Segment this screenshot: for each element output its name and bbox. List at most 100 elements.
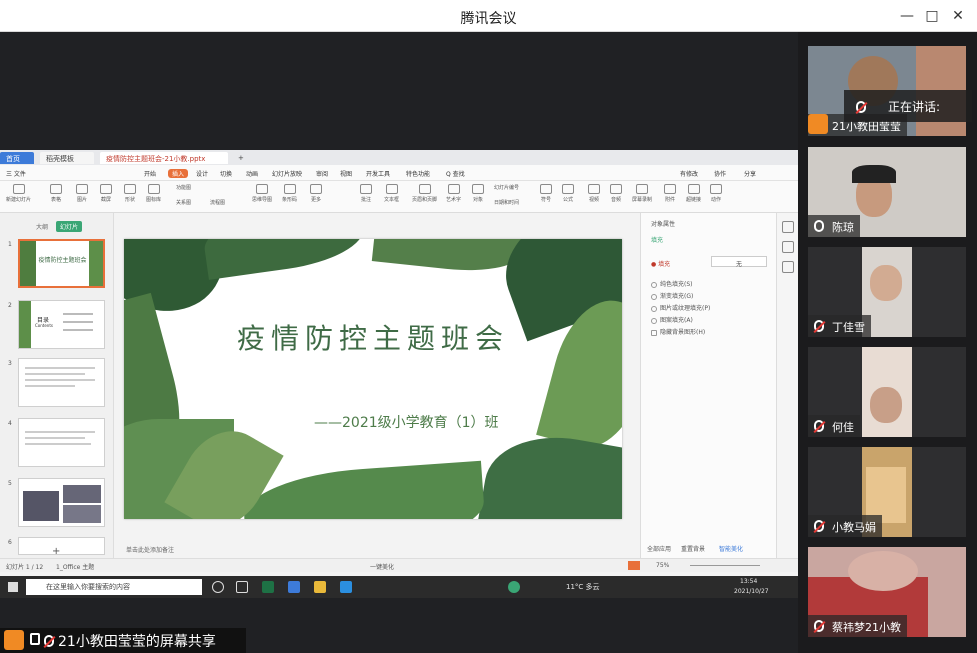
ribbon-video[interactable]: 视频 xyxy=(588,184,600,203)
one-click-beautify[interactable]: 一键美化 xyxy=(370,562,394,571)
hide-background-checkbox[interactable]: 隐藏背景图形(H) xyxy=(651,327,705,336)
reset-background-button[interactable]: 重置背景 xyxy=(681,544,705,553)
outline-tab[interactable]: 大纲 xyxy=(36,222,48,231)
ribbon-picture[interactable]: 图片 xyxy=(76,184,88,203)
ribbon-screenshot[interactable]: 截屏 xyxy=(100,184,112,203)
app-icon[interactable] xyxy=(288,581,300,593)
screen-share-label: 21小教田莹莹的屏幕共享 xyxy=(0,628,246,653)
cortana-icon[interactable] xyxy=(212,581,224,593)
file-explorer-icon[interactable] xyxy=(314,581,326,593)
participant-tile[interactable]: 丁佳雪 xyxy=(808,247,966,337)
participant-tile[interactable]: 小教马娟 xyxy=(808,447,966,537)
style-icon[interactable] xyxy=(781,241,794,253)
notes-placeholder[interactable]: 单击此处添加备注 xyxy=(114,545,634,557)
apply-all-button[interactable]: 全部应用 xyxy=(647,544,671,553)
mic-muted-icon xyxy=(814,420,824,432)
tab-home[interactable]: 首页 xyxy=(0,152,34,164)
ribbon-function-chart[interactable]: 功能图 xyxy=(176,184,191,191)
menu-animation[interactable]: 动画 xyxy=(246,169,258,178)
fill-option-gradient[interactable]: 渐变填充(G) xyxy=(651,291,693,300)
ribbon-wordart[interactable]: 艺术字 xyxy=(446,184,461,203)
slide-thumbnail-pane: 大纲 幻灯片 1 疫情防控主题班会 2 目录 Contents 3 4 5 6 xyxy=(0,213,114,558)
menu-share[interactable]: 分享 xyxy=(744,169,756,178)
menu-insert[interactable]: 插入 xyxy=(168,169,189,178)
slide-thumbnail-1[interactable]: 疫情防控主题班会 xyxy=(18,239,105,288)
ribbon-symbol[interactable]: 符号 xyxy=(540,184,552,203)
participant-tile[interactable]: 何佳 xyxy=(808,347,966,437)
fill-option-picture[interactable]: 图片或纹理填充(P) xyxy=(651,303,710,312)
minimize-icon[interactable]: — xyxy=(897,6,917,26)
ribbon-date-time[interactable]: 日期和时间 xyxy=(494,199,519,206)
ribbon-action[interactable]: 动作 xyxy=(710,184,722,203)
ribbon-icons[interactable]: 图标库 xyxy=(146,184,161,203)
menu-developer[interactable]: 开发工具 xyxy=(366,169,390,178)
zoom-slider[interactable] xyxy=(690,565,760,566)
participant-tile[interactable]: 蔡祎梦21小教 xyxy=(808,547,966,637)
tencent-meeting-icon[interactable] xyxy=(340,581,352,593)
menu-view[interactable]: 视图 xyxy=(340,169,352,178)
menu-home[interactable]: 开始 xyxy=(144,169,156,178)
fill-label: ● 填充 xyxy=(651,261,671,268)
menu-design[interactable]: 设计 xyxy=(196,169,208,178)
ribbon-new-slide[interactable]: 新建幻灯片 xyxy=(6,184,31,203)
slide-thumbnail-5[interactable] xyxy=(18,478,105,527)
slide-thumbnail-2[interactable]: 目录 Contents xyxy=(18,300,105,349)
ribbon-flow-chart[interactable]: 流程图 xyxy=(210,199,225,206)
ribbon-formula[interactable]: 公式 xyxy=(562,184,574,203)
menu-file[interactable]: 三 文件 xyxy=(6,169,26,178)
menu-search[interactable]: Q 查找 xyxy=(446,169,465,178)
panel-header: 对象属性 xyxy=(651,221,676,228)
fill-option-pattern[interactable]: 图案填充(A) xyxy=(651,315,693,324)
menu-features[interactable]: 特色功能 xyxy=(406,169,430,178)
ribbon-hyperlink[interactable]: 超链接 xyxy=(686,184,701,203)
ribbon-shape[interactable]: 形状 xyxy=(124,184,136,203)
ribbon-table[interactable]: 表格 xyxy=(50,184,62,203)
ribbon-screen-record[interactable]: 屏幕录制 xyxy=(632,184,652,203)
new-tab-icon[interactable]: + xyxy=(232,152,250,164)
browser-icon[interactable] xyxy=(508,581,520,593)
ribbon-slide-number[interactable]: 幻灯片编号 xyxy=(494,184,519,191)
tab-docer[interactable]: 稻壳模板 xyxy=(40,152,94,164)
ribbon-more[interactable]: 更多 xyxy=(310,184,322,203)
slide-thumbnail-4[interactable] xyxy=(18,418,105,467)
excel-icon[interactable] xyxy=(262,581,274,593)
ribbon-comment[interactable]: 批注 xyxy=(360,184,372,203)
ribbon-header-footer[interactable]: 页眉和页脚 xyxy=(412,184,437,203)
speaking-label: 正在讲话: xyxy=(888,100,941,114)
slide-thumbnail-6[interactable] xyxy=(18,537,105,555)
weather[interactable]: 11°C 多云 xyxy=(566,582,600,592)
ribbon-barcode[interactable]: 条形码 xyxy=(282,184,297,203)
ribbon-mindmap[interactable]: 思维导图 xyxy=(252,184,272,203)
menu-review[interactable]: 审阅 xyxy=(316,169,328,178)
shared-screen[interactable]: 首页 稻壳模板 疫情防控主题班会-21小教.pptx + 三 文件 开始 插入 … xyxy=(0,150,798,598)
slide-canvas[interactable]: 疫情防控主题班会 ——2021级小学教育（1）班 xyxy=(124,239,622,519)
tab-pptx-file[interactable]: 疫情防控主题班会-21小教.pptx xyxy=(100,152,228,164)
maximize-icon[interactable]: □ xyxy=(922,6,942,26)
panel-fill-tab[interactable]: 填充 xyxy=(651,235,663,244)
menu-changes[interactable]: 有修改 xyxy=(680,169,698,178)
fill-select[interactable]: 无 xyxy=(711,256,767,268)
ribbon-relation-chart[interactable]: 关系图 xyxy=(176,199,191,206)
property-icon[interactable] xyxy=(781,221,794,233)
ribbon-textbox[interactable]: 文本框 xyxy=(384,184,399,203)
close-icon[interactable]: ✕ xyxy=(948,6,968,26)
fill-option-solid[interactable]: 纯色填充(S) xyxy=(651,279,693,288)
add-slide-icon[interactable]: + xyxy=(52,546,60,557)
layout-icon[interactable] xyxy=(781,261,794,273)
play-icon[interactable] xyxy=(628,561,640,570)
title-bar: 腾讯会议 — □ ✕ xyxy=(0,0,977,32)
menu-slideshow[interactable]: 幻灯片放映 xyxy=(272,169,302,178)
taskbar-search[interactable]: 在这里输入你要搜索的内容 xyxy=(26,579,202,595)
participant-name: 丁佳雪 xyxy=(832,321,865,334)
ribbon-object[interactable]: 对象 xyxy=(472,184,484,203)
menu-transition[interactable]: 切换 xyxy=(220,169,232,178)
slide-thumbnail-3[interactable] xyxy=(18,358,105,407)
ribbon-audio[interactable]: 音频 xyxy=(610,184,622,203)
start-icon[interactable] xyxy=(8,582,18,592)
smart-beautify-button[interactable]: 智能美化 xyxy=(719,544,743,553)
ribbon-attachment[interactable]: 附件 xyxy=(664,184,676,203)
participant-tile[interactable]: 陈琼 xyxy=(808,147,966,237)
menu-collab[interactable]: 协作 xyxy=(714,169,726,178)
slides-tab[interactable]: 幻灯片 xyxy=(56,221,83,232)
task-view-icon[interactable] xyxy=(236,581,248,593)
